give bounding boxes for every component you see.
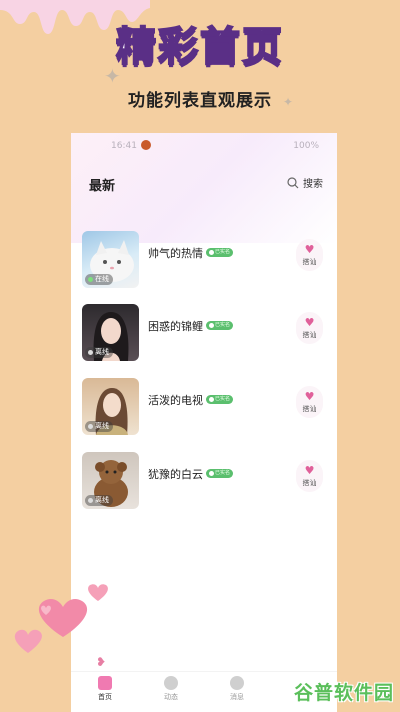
verified-badge: 已实名 xyxy=(206,469,234,478)
tab-label: 动态 xyxy=(164,693,178,701)
greet-label: 搭讪 xyxy=(302,478,317,487)
verified-badge: 已实名 xyxy=(206,395,234,404)
list-item[interactable]: 离线 困惑的锦鲤 已实名 ♥ 搭讪 xyxy=(71,304,337,361)
watermark: 谷普软件园 xyxy=(293,681,394,704)
check-icon xyxy=(209,250,214,255)
online-status-label: 离线 xyxy=(95,348,109,356)
top-bar: 最新 搜索 xyxy=(71,173,337,197)
home-icon xyxy=(98,676,112,690)
user-name: 困惑的锦鲤 xyxy=(148,320,203,333)
greet-button[interactable]: ♥ 搭讪 xyxy=(296,460,323,492)
online-status-badge: 离线 xyxy=(85,347,113,358)
verified-label: 已实名 xyxy=(215,322,231,328)
search-label: 搜索 xyxy=(303,179,323,190)
compass-icon xyxy=(164,676,178,690)
search-button[interactable]: 搜索 xyxy=(287,175,323,190)
online-status-badge: 离线 xyxy=(85,421,113,432)
promo-headline: 精彩首页 xyxy=(115,23,284,71)
online-status-label: 在线 xyxy=(95,275,109,283)
search-icon xyxy=(287,176,299,188)
hearts-decoration xyxy=(14,584,108,653)
online-status-badge: 在线 xyxy=(85,274,113,285)
greet-button[interactable]: ♥ 搭讪 xyxy=(296,312,323,344)
user-name: 犹豫的白云 xyxy=(148,468,203,481)
heart-icon: ♥ xyxy=(304,315,315,329)
tab-label: 消息 xyxy=(230,693,244,701)
verified-badge: 已实名 xyxy=(206,248,234,257)
heart-icon: ♥ xyxy=(304,389,315,403)
greet-label: 搭讪 xyxy=(302,330,317,339)
status-dot-icon xyxy=(88,277,93,282)
status-battery: 100% xyxy=(293,141,319,151)
status-dot-icon xyxy=(88,424,93,429)
tab-messages[interactable]: 消息 xyxy=(217,676,257,702)
list-item[interactable]: 离线 犹豫的白云 已实名 ♥ 搭讪 xyxy=(71,452,337,509)
status-bar: 16:41 100% xyxy=(71,140,337,155)
check-icon xyxy=(209,323,214,328)
user-name: 活泼的电视 xyxy=(148,394,203,407)
online-status-badge: 离线 xyxy=(85,495,113,506)
greet-button[interactable]: ♥ 搭讪 xyxy=(296,239,323,271)
promo-subline: 功能列表直观展示 xyxy=(128,91,272,111)
online-status-label: 离线 xyxy=(95,496,109,504)
status-time: 16:41 xyxy=(111,141,137,151)
heart-icon: ❥ xyxy=(96,655,107,669)
tab-moments[interactable]: 动态 xyxy=(151,676,191,702)
verified-badge: 已实名 xyxy=(206,321,234,330)
verified-label: 已实名 xyxy=(215,470,231,476)
avatar[interactable]: 离线 xyxy=(82,378,139,435)
sparkle-icon: ✦ xyxy=(104,64,121,88)
chat-icon xyxy=(230,676,244,690)
tab-label: 首页 xyxy=(98,693,112,701)
greet-button[interactable]: ♥ 搭讪 xyxy=(296,386,323,418)
list-item[interactable]: 在线 帅气的热情 已实名 ♥ 搭讪 xyxy=(71,231,337,288)
check-icon xyxy=(209,397,214,402)
check-icon xyxy=(209,471,214,476)
avatar[interactable]: 在线 xyxy=(82,231,139,288)
greet-label: 搭讪 xyxy=(302,257,317,266)
heart-icon: ♥ xyxy=(304,463,315,477)
status-dot-icon xyxy=(88,350,93,355)
greet-label: 搭讪 xyxy=(302,404,317,413)
app-notification-icon xyxy=(141,140,151,150)
list-item[interactable]: 离线 活泼的电视 已实名 ♥ 搭讪 xyxy=(71,378,337,435)
sparkle-icon: ✦ xyxy=(283,95,294,109)
tab-home[interactable]: 首页 xyxy=(85,676,125,702)
status-dot-icon xyxy=(88,498,93,503)
online-status-label: 离线 xyxy=(95,422,109,430)
avatar[interactable]: 离线 xyxy=(82,452,139,509)
verified-label: 已实名 xyxy=(215,396,231,402)
heart-icon: ♥ xyxy=(304,242,315,256)
verified-label: 已实名 xyxy=(215,249,231,255)
avatar[interactable]: 离线 xyxy=(82,304,139,361)
page-title: 最新 xyxy=(89,179,116,194)
user-name: 帅气的热情 xyxy=(148,247,203,260)
